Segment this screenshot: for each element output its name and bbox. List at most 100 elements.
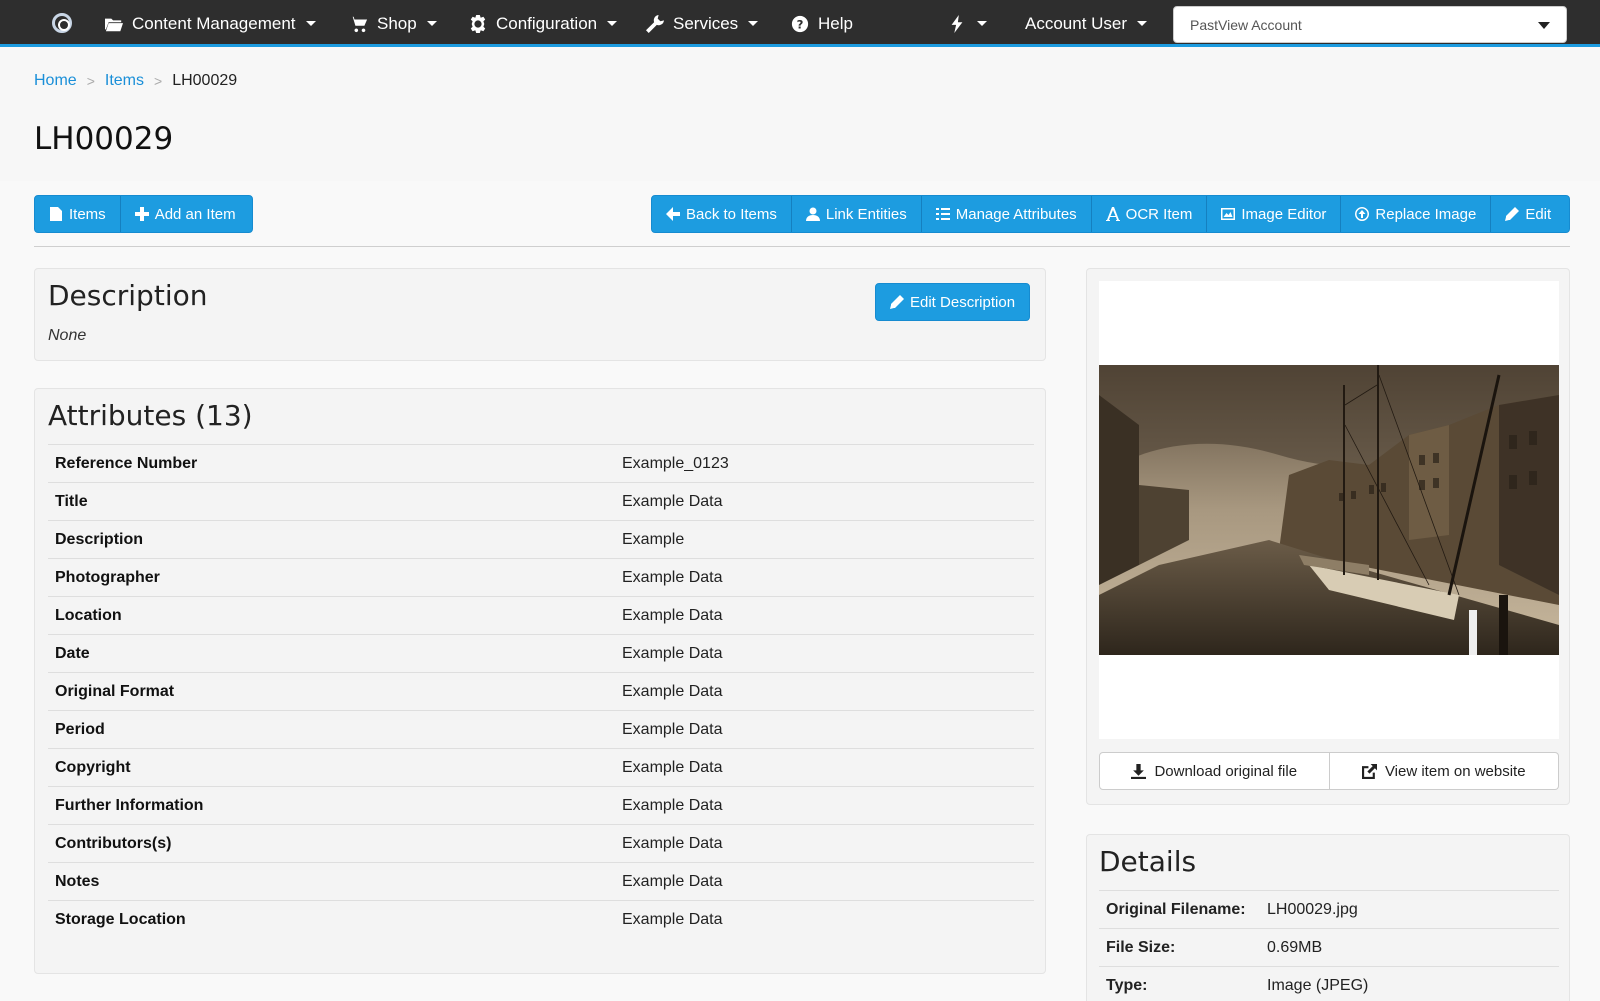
description-value: None	[48, 327, 87, 344]
detail-key: File Size:	[1099, 928, 1260, 967]
account-select[interactable]: PastView Account	[1173, 6, 1567, 43]
toolbar-divider	[34, 246, 1570, 247]
nav-services[interactable]: Services	[645, 0, 759, 47]
add-item-button[interactable]: Add an Item	[121, 196, 250, 232]
nav-label: Configuration	[496, 13, 598, 33]
top-navbar: Content Management Shop Configuration Se…	[0, 0, 1600, 47]
replace-image-button[interactable]: Replace Image	[1341, 196, 1492, 232]
table-row: Original Format Example Data	[48, 672, 1034, 711]
button-label: Items	[69, 205, 106, 223]
button-label: Link Entities	[825, 205, 907, 223]
button-label: Edit	[1525, 205, 1552, 223]
nav-content-management[interactable]: Content Management	[104, 0, 316, 47]
bolt-icon	[947, 14, 967, 33]
svg-text:?: ?	[797, 17, 804, 31]
attribute-value: Example Data	[615, 558, 1034, 597]
table-row: Title Example Data	[48, 482, 1034, 521]
button-label: Add an Item	[154, 205, 236, 223]
pencil-icon	[1505, 207, 1520, 221]
attributes-table: Reference Number Example_0123 Title Exampl…	[48, 444, 1034, 939]
download-icon	[1131, 763, 1147, 779]
nav-quick-actions[interactable]	[947, 0, 987, 47]
nav-configuration[interactable]: Configuration	[468, 0, 618, 47]
attribute-key: Storage Location	[48, 900, 615, 939]
button-label: Download original file	[1154, 762, 1298, 780]
link-entities-button[interactable]: Link Entities	[792, 196, 922, 232]
attributes-panel: Attributes (13) Reference Number Example_…	[34, 388, 1046, 974]
list-icon	[935, 208, 950, 220]
nav-label: Shop	[377, 13, 417, 33]
nav-label: Content Management	[132, 13, 296, 33]
nav-label: Services	[673, 13, 739, 33]
attribute-key: Further Information	[48, 786, 615, 825]
back-to-items-button[interactable]: Back to Items	[652, 196, 792, 232]
breadcrumb-items[interactable]: Items	[105, 72, 144, 90]
table-row: Contributors(s) Example Data	[48, 824, 1034, 863]
page-title: LH00029	[34, 121, 174, 157]
question-circle-icon: ?	[790, 15, 810, 33]
detail-key: Original Filename:	[1099, 890, 1260, 929]
attribute-key: Description	[48, 520, 615, 559]
image-panel: Download original file View item on webs…	[1086, 268, 1570, 805]
wrench-icon	[645, 14, 665, 33]
attribute-value: Example Data	[615, 710, 1034, 749]
pastview-logo-icon[interactable]	[52, 13, 72, 33]
attribute-value: Example Data	[615, 900, 1034, 939]
attribute-value: Example	[615, 520, 1034, 559]
folder-open-icon	[104, 15, 124, 33]
table-row: Description Example	[48, 520, 1034, 559]
item-photo[interactable]	[1099, 365, 1559, 655]
detail-value: Image (JPEG)	[1260, 966, 1559, 1001]
edit-button[interactable]: Edit	[1491, 196, 1565, 232]
attribute-key: Copyright	[48, 748, 615, 787]
arrow-left-icon	[666, 207, 680, 221]
button-label: OCR Item	[1125, 205, 1193, 223]
user-icon	[805, 207, 820, 221]
button-label: View item on website	[1384, 762, 1526, 780]
edit-description-button[interactable]: Edit Description	[875, 283, 1031, 321]
nav-account-user[interactable]: Account User	[1025, 0, 1148, 47]
view-on-website-button[interactable]: View item on website	[1329, 752, 1559, 790]
chevron-down-icon	[1538, 22, 1550, 29]
chevron-down-icon	[1137, 21, 1148, 26]
account-select-value: PastView Account	[1190, 16, 1302, 33]
page-header	[0, 50, 1600, 181]
plus-icon	[134, 207, 149, 221]
breadcrumb-home[interactable]: Home	[34, 72, 77, 90]
items-button[interactable]: Items	[35, 196, 121, 232]
toolbar-right-group: Back to Items Link Entities Manage Attri…	[651, 195, 1570, 233]
ocr-item-button[interactable]: OCR Item	[1092, 196, 1208, 232]
table-row: File Size: 0.69MB	[1099, 928, 1559, 967]
gear-icon	[468, 14, 488, 33]
attribute-value: Example Data	[615, 786, 1034, 825]
details-table: Original Filename: LH00029.jpg File Size:…	[1099, 890, 1559, 1001]
breadcrumb-current: LH00029	[172, 72, 238, 89]
attribute-value: Example Data	[615, 596, 1034, 635]
attributes-title: Attributes (13)	[48, 399, 253, 432]
table-row: Photographer Example Data	[48, 558, 1034, 597]
manage-attributes-button[interactable]: Manage Attributes	[922, 196, 1092, 232]
attribute-value: Example Data	[615, 862, 1034, 901]
detail-value: LH00029.jpg	[1260, 890, 1559, 929]
picture-icon	[1221, 208, 1236, 220]
table-row: Original Filename: LH00029.jpg	[1099, 890, 1559, 929]
chevron-down-icon	[305, 21, 316, 26]
details-panel: Details Original Filename: LH00029.jpg Fi…	[1086, 834, 1570, 1001]
table-row: Reference Number Example_0123	[48, 444, 1034, 483]
image-editor-button[interactable]: Image Editor	[1207, 196, 1342, 232]
table-row: Storage Location Example Data	[48, 900, 1034, 939]
nav-shop[interactable]: Shop	[349, 0, 437, 47]
table-row: Copyright Example Data	[48, 748, 1034, 787]
button-label: Image Editor	[1241, 205, 1327, 223]
nav-help[interactable]: ? Help	[790, 0, 853, 47]
description-panel: Description None Edit Description	[34, 268, 1046, 361]
table-row: Location Example Data	[48, 596, 1034, 635]
attribute-value: Example_0123	[615, 444, 1034, 483]
download-original-button[interactable]: Download original file	[1099, 752, 1330, 790]
attribute-value: Example Data	[615, 634, 1034, 673]
detail-value: 0.69MB	[1260, 928, 1559, 967]
attribute-key: Reference Number	[48, 444, 615, 483]
button-label: Manage Attributes	[955, 205, 1077, 223]
attribute-key: Notes	[48, 862, 615, 901]
image-actions: Download original file View item on webs…	[1099, 752, 1559, 790]
